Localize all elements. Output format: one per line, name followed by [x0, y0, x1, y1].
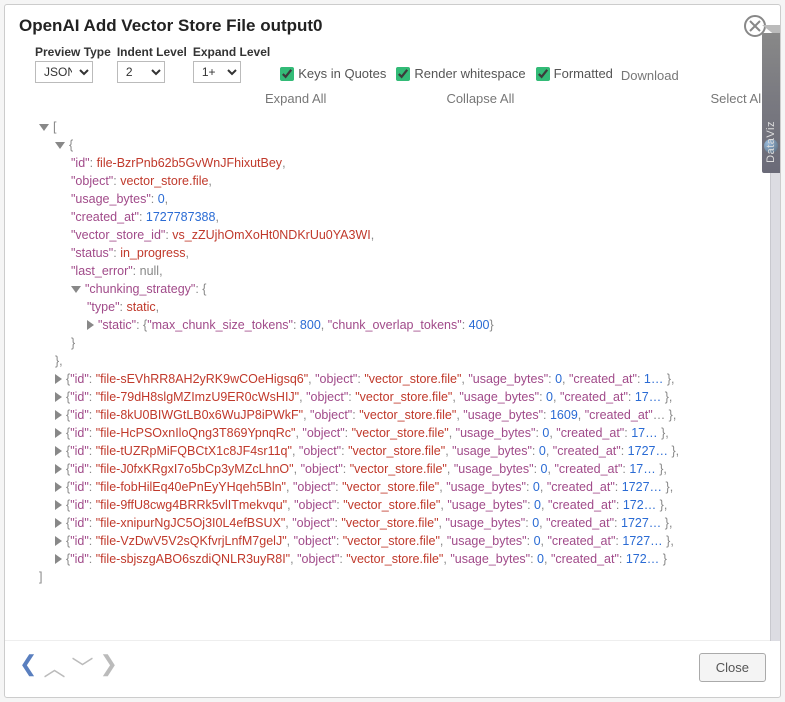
- toggle-icon[interactable]: [55, 518, 62, 528]
- toggle-icon[interactable]: [87, 320, 94, 330]
- json-collapsed-row[interactable]: {"id": "file-HcPSOxnIloQng3T869YpnqRc", …: [39, 424, 760, 442]
- toggle-icon[interactable]: [55, 482, 62, 492]
- preview-type-select[interactable]: JSON: [35, 61, 93, 83]
- expand-level-select[interactable]: 1+: [193, 61, 241, 83]
- keys-in-quotes-checkbox[interactable]: Keys in Quotes: [280, 66, 386, 81]
- toggle-icon[interactable]: [55, 142, 65, 149]
- json-viewer[interactable]: [ { "id": file-BzrPnb62b5GvWnJFhixutBey,…: [5, 114, 780, 640]
- toolbar: Preview Type JSON Indent Level 2 Expand …: [5, 45, 780, 89]
- expand-level-label: Expand Level: [193, 45, 270, 59]
- header: OpenAI Add Vector Store File output0: [5, 5, 780, 45]
- json-collapsed-row[interactable]: {"id": "file-VzDwV5V2sQKfvrjLnfM7gelJ", …: [39, 532, 760, 550]
- indent-level-select[interactable]: 2: [117, 61, 165, 83]
- modal: DataViz OpenAI Add Vector Store File out…: [4, 4, 781, 698]
- json-collapsed-row[interactable]: {"id": "file-8kU0BIWGtLB0x6WuJP8iPWkF", …: [39, 406, 760, 424]
- nav-next-icon[interactable]: ﹀: [71, 651, 93, 683]
- nav-first-icon[interactable]: ❮: [19, 651, 37, 683]
- render-whitespace-checkbox[interactable]: Render whitespace: [396, 66, 525, 81]
- toolbar-row2: Expand All Collapse All Select All: [5, 89, 780, 114]
- toggle-icon[interactable]: [55, 374, 62, 384]
- toggle-icon[interactable]: [55, 464, 62, 474]
- toggle-icon[interactable]: [55, 554, 62, 564]
- toggle-icon[interactable]: [71, 286, 81, 293]
- json-collapsed-row[interactable]: {"id": "file-tUZRpMiFQBCtX1c8JF4sr11q", …: [39, 442, 760, 460]
- indent-level-label: Indent Level: [117, 45, 187, 59]
- toggle-icon[interactable]: [55, 392, 62, 402]
- json-collapsed-row[interactable]: {"id": "file-fobHilEq40ePnEyYHqeh5Bln", …: [39, 478, 760, 496]
- close-button[interactable]: Close: [699, 653, 766, 682]
- toggle-icon[interactable]: [55, 428, 62, 438]
- download-link[interactable]: Download: [621, 68, 679, 83]
- toggle-icon[interactable]: [39, 124, 49, 131]
- collapse-all-link[interactable]: Collapse All: [446, 91, 514, 106]
- nav-prev-icon[interactable]: ︿: [43, 651, 65, 683]
- toggle-icon[interactable]: [55, 446, 62, 456]
- json-collapsed-row[interactable]: {"id": "file-9ffU8cwg4BRRk5vlITmekvqu", …: [39, 496, 760, 514]
- formatted-checkbox[interactable]: Formatted: [536, 66, 613, 81]
- json-collapsed-row[interactable]: {"id": "file-sbjszgABO6szdiQNLR3uyR8I", …: [39, 550, 760, 568]
- json-collapsed-row[interactable]: {"id": "file-sEVhRR8AH2yRK9wCOeHigsq6", …: [39, 370, 760, 388]
- json-collapsed-row[interactable]: {"id": "file-79dH8slgMZImzU9ER0cWsHIJ", …: [39, 388, 760, 406]
- toggle-icon[interactable]: [55, 410, 62, 420]
- preview-type-label: Preview Type: [35, 45, 111, 59]
- toggle-icon[interactable]: [55, 536, 62, 546]
- json-collapsed-row[interactable]: {"id": "file-J0fxKRgxI7o5bCp3yMZcLhnO", …: [39, 460, 760, 478]
- select-all-link[interactable]: Select All: [711, 91, 764, 106]
- nav-last-icon[interactable]: ❯: [99, 651, 117, 683]
- nav-arrows: ❮ ︿ ﹀ ❯: [19, 651, 118, 683]
- expand-all-link[interactable]: Expand All: [265, 91, 326, 106]
- json-collapsed-row[interactable]: {"id": "file-xnipurNgJC5Oj3I0L4efBSUX", …: [39, 514, 760, 532]
- dialog-title: OpenAI Add Vector Store File output0: [19, 16, 323, 36]
- toggle-icon[interactable]: [55, 500, 62, 510]
- footer: ❮ ︿ ﹀ ❯ Close: [5, 640, 780, 697]
